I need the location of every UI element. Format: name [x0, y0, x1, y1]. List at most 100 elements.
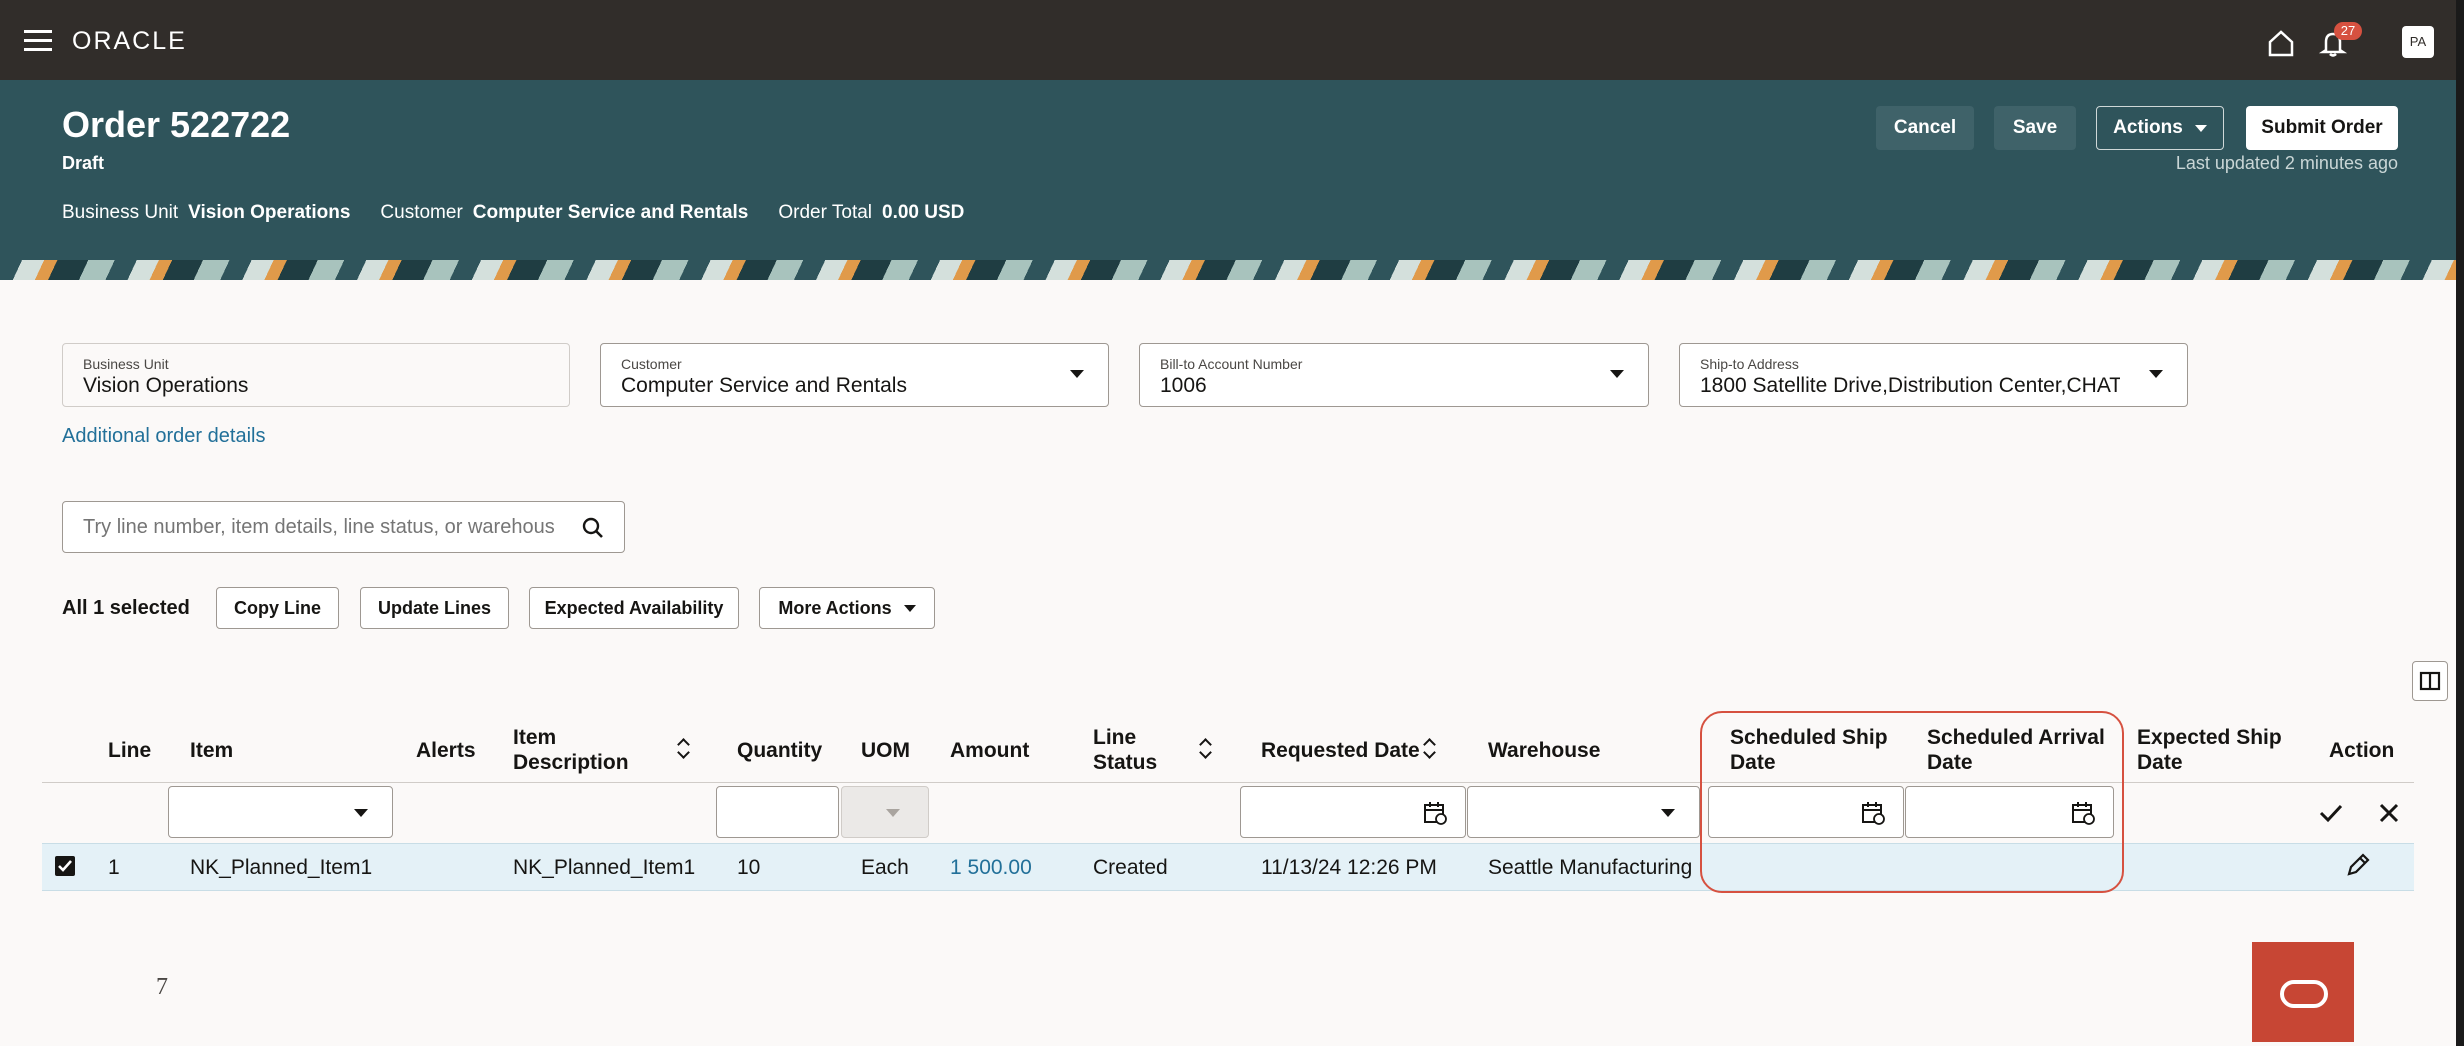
oracle-o-shape [2280, 980, 2328, 1008]
search-icon[interactable] [581, 516, 605, 540]
notification-count-badge: 27 [2334, 22, 2362, 40]
col-item-description[interactable]: Item Description [513, 725, 629, 775]
col-expected-ship-line1: Expected Ship [2137, 726, 2282, 749]
user-avatar[interactable]: PA [2402, 26, 2434, 58]
col-line-status-line2: Status [1093, 751, 1158, 774]
page-number: 7 [156, 974, 168, 1000]
cell-status: Created [1093, 856, 1168, 879]
chevron-down-icon [2194, 124, 2207, 132]
home-icon[interactable] [2266, 28, 2296, 58]
sort-icon[interactable] [1424, 740, 1436, 758]
quantity-filter-input[interactable] [716, 786, 839, 838]
customer-select[interactable]: Customer Computer Service and Rentals [600, 343, 1109, 407]
additional-order-details-link[interactable]: Additional order details [62, 425, 265, 448]
business-unit-value: Vision Operations [83, 374, 249, 397]
expected-availability-button[interactable]: Expected Availability [529, 587, 739, 629]
page-title: Order 522722 [62, 104, 291, 145]
highlight-annotation [1700, 711, 2124, 893]
meta-value-customer: Computer Service and Rentals [472, 202, 749, 223]
more-actions-label: More Actions [778, 597, 892, 618]
cell-amount-link[interactable]: 1 500.00 [950, 856, 1032, 880]
requested-date-filter[interactable] [1240, 786, 1466, 838]
chevron-down-icon[interactable] [354, 809, 368, 817]
item-filter-select[interactable] [168, 786, 393, 838]
column-layout-icon[interactable] [2412, 661, 2448, 701]
warehouse-filter-select[interactable] [1467, 786, 1700, 838]
chevron-down-icon [886, 809, 900, 817]
submit-order-button[interactable]: Submit Order [2246, 106, 2398, 150]
update-lines-button[interactable]: Update Lines [360, 587, 509, 629]
chevron-down-icon[interactable] [2149, 370, 2163, 378]
actions-menu-button[interactable]: Actions [2096, 106, 2224, 150]
col-item-description-line1: Item [513, 726, 557, 749]
col-expected-ship-date: Expected Ship Date [2137, 725, 2282, 775]
expected-availability-label: Expected Availability [544, 597, 724, 618]
update-lines-label: Update Lines [377, 597, 492, 618]
window-edge [2456, 0, 2464, 1046]
ship-to-address-select[interactable]: Ship-to Address 1800 Satellite Drive,Dis… [1679, 343, 2188, 407]
line-search-input[interactable] [83, 514, 563, 540]
clear-filter-close-icon[interactable] [2374, 798, 2404, 828]
copy-line-button[interactable]: Copy Line [216, 587, 339, 629]
cell-quantity: 10 [737, 856, 761, 879]
order-header: Order 522722 Draft Business Unit Vision … [0, 80, 2456, 280]
oracle-logo[interactable]: ORACLE [72, 27, 187, 56]
cell-item: NK_Planned_Item1 [190, 856, 373, 879]
meta-label-customer: Customer [380, 202, 463, 223]
line-search-box[interactable] [62, 501, 625, 553]
cell-requested-date: 11/13/24 12:26 PM [1261, 856, 1437, 879]
col-uom: UOM [861, 739, 910, 762]
cancel-label: Cancel [1893, 117, 1957, 138]
oracle-o-logo [2252, 942, 2354, 1042]
col-requested-date[interactable]: Requested Date [1261, 738, 1420, 763]
sort-icon[interactable] [678, 740, 690, 758]
global-header: ORACLE 27 PA [0, 0, 2456, 80]
hamburger-menu-icon[interactable] [24, 30, 52, 52]
chevron-down-icon[interactable] [1070, 370, 1084, 378]
header-meta: Business Unit Vision Operations Customer… [62, 202, 964, 224]
business-unit-label: Business Unit [83, 356, 169, 372]
more-actions-button[interactable]: More Actions [759, 587, 935, 629]
calendar-icon[interactable] [1423, 801, 1447, 825]
save-button[interactable]: Save [1994, 106, 2076, 150]
col-item: Item [190, 739, 234, 762]
copy-line-label: Copy Line [233, 597, 321, 618]
bill-to-value: 1006 [1160, 374, 1207, 397]
bill-to-account-select[interactable]: Bill-to Account Number 1006 [1139, 343, 1649, 407]
sort-icon[interactable] [1200, 740, 1212, 758]
meta-value-order-total: 0.00 USD [882, 202, 965, 223]
chevron-down-icon [903, 604, 916, 612]
col-amount: Amount [950, 739, 1030, 762]
cancel-button[interactable]: Cancel [1876, 106, 1974, 150]
edit-pencil-icon[interactable] [2345, 852, 2371, 878]
header-pattern-band [0, 260, 2456, 280]
ship-to-label: Ship-to Address [1700, 356, 1799, 372]
cell-warehouse: Seattle Manufacturing [1488, 856, 1693, 879]
business-unit-field: Business Unit Vision Operations [62, 343, 570, 407]
row-select-checkbox[interactable] [55, 856, 75, 876]
ship-to-value: 1800 Satellite Drive,Distribution Center… [1700, 374, 2120, 397]
customer-value: Computer Service and Rentals [621, 374, 907, 397]
col-line-status-line1: Line [1093, 726, 1137, 749]
customer-label: Customer [621, 356, 682, 372]
chevron-down-icon[interactable] [1661, 809, 1675, 817]
save-label: Save [2012, 117, 2058, 138]
meta-value-business-unit: Vision Operations [188, 202, 351, 223]
col-action: Action [2329, 739, 2395, 762]
selection-count: All 1 selected [62, 597, 190, 619]
col-line-status[interactable]: Line Status [1093, 725, 1157, 775]
actions-label: Actions [2113, 117, 2183, 138]
bill-to-label: Bill-to Account Number [1160, 356, 1303, 372]
cell-line: 1 [108, 856, 120, 879]
col-expected-ship-line2: Date [2137, 751, 2183, 774]
chevron-down-icon[interactable] [1610, 370, 1624, 378]
cell-uom: Each [861, 856, 909, 879]
cell-description: NK_Planned_Item1 [513, 856, 696, 879]
col-alerts: Alerts [416, 739, 476, 762]
order-status: Draft [62, 153, 105, 173]
meta-label-order-total: Order Total [778, 202, 873, 223]
uom-filter-select [841, 786, 929, 838]
col-warehouse: Warehouse [1488, 739, 1601, 762]
submit-label: Submit Order [2261, 117, 2383, 138]
apply-filter-check-icon[interactable] [2316, 798, 2346, 828]
